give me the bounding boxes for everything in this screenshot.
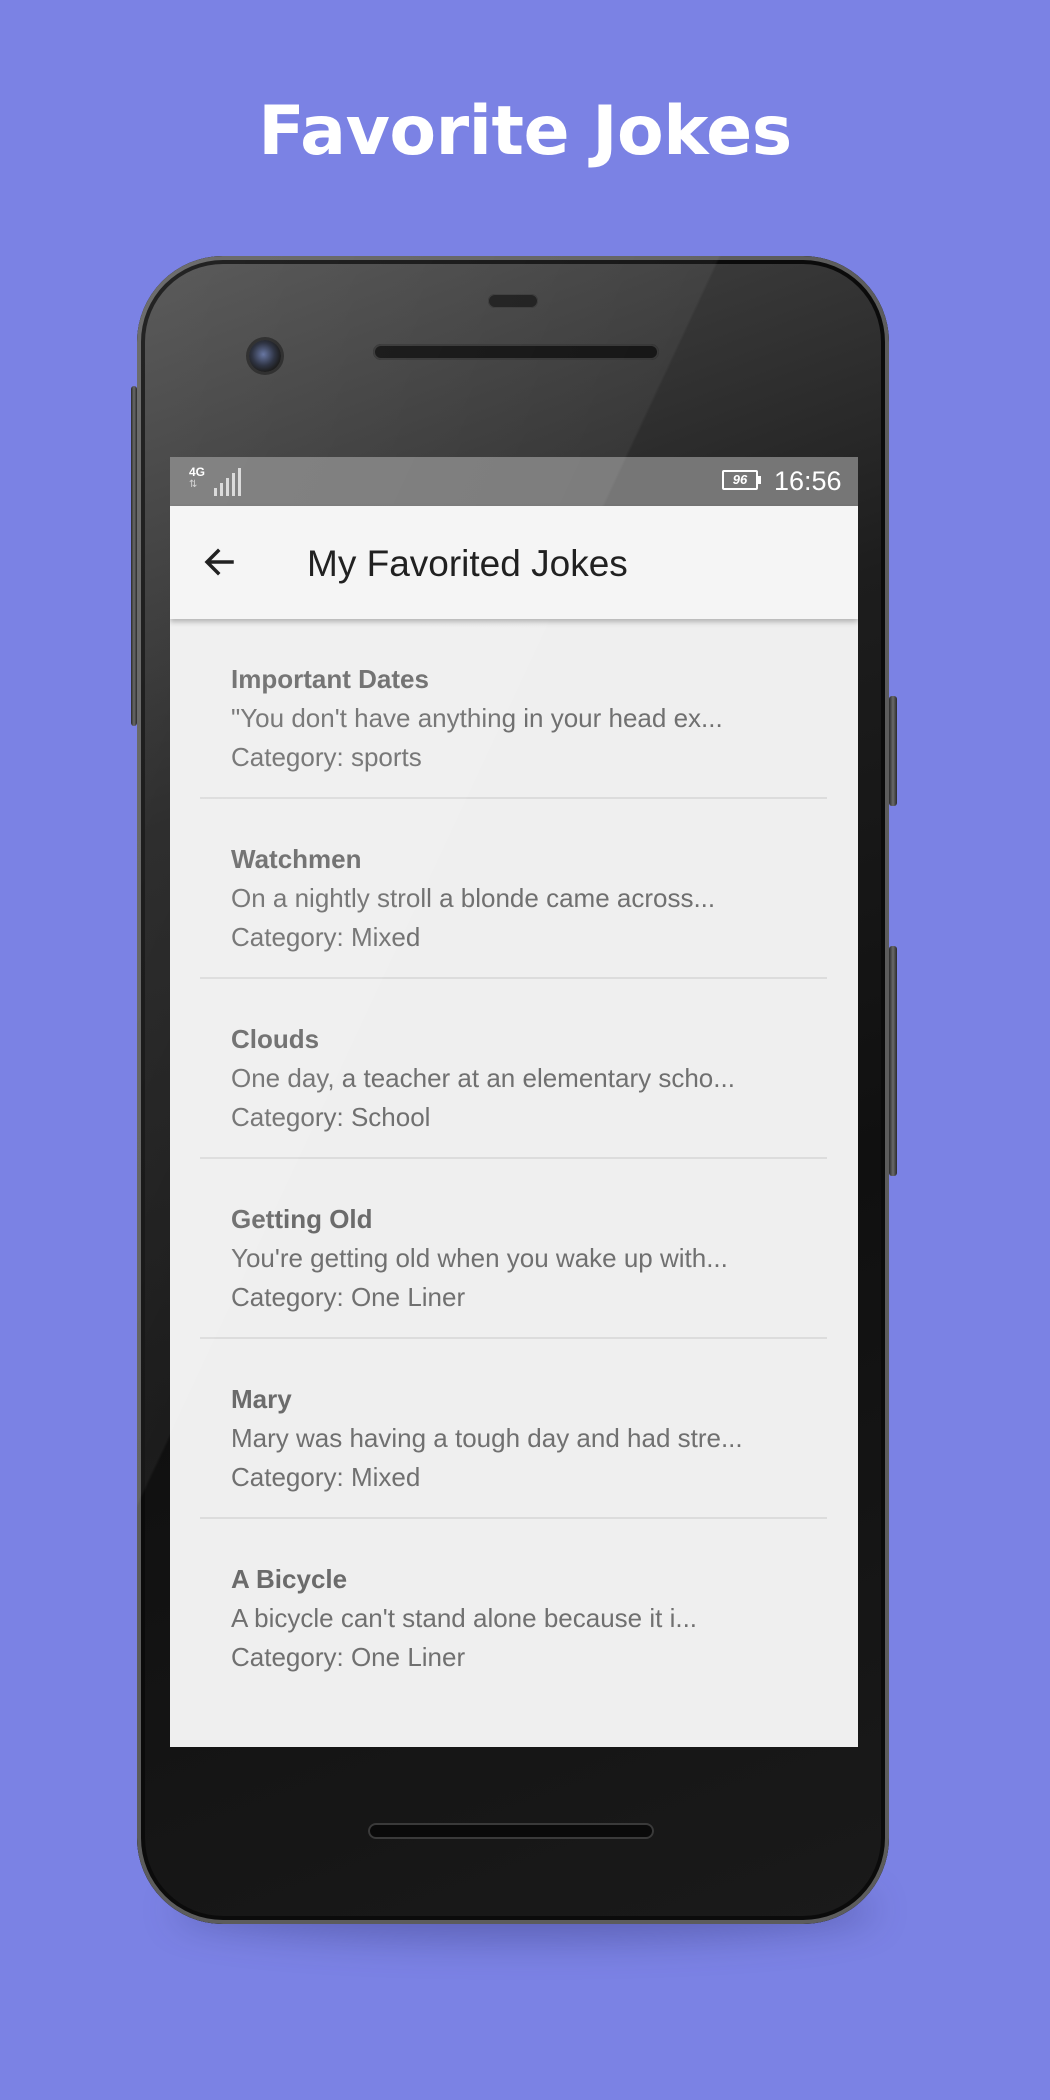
promo-title: Favorite Jokes — [258, 92, 792, 171]
joke-item[interactable]: Watchmen On a nightly stroll a blonde ca… — [170, 799, 858, 979]
joke-title: Watchmen — [231, 844, 362, 874]
network-type: 4G — [189, 465, 206, 479]
joke-item[interactable]: Getting Old You're getting old when you … — [170, 1159, 858, 1339]
phone-frame: 4G ⇅ 96 16:56 My Favorited Jokes Importa… — [131, 256, 897, 1924]
page-title: My Favorited Jokes — [307, 543, 628, 584]
arrow-back-icon — [204, 548, 234, 576]
joke-title: Clouds — [231, 1024, 320, 1054]
bottom-speaker — [368, 1823, 654, 1839]
joke-title: Important Dates — [231, 664, 429, 694]
back-button[interactable] — [192, 534, 248, 590]
power-button — [889, 696, 897, 806]
joke-preview: You're getting old when you wake up with… — [231, 1243, 728, 1273]
joke-title: Mary — [231, 1384, 292, 1414]
joke-category: Category: Mixed — [231, 922, 421, 952]
battery-icon: 96 — [722, 470, 758, 490]
front-camera — [249, 340, 281, 372]
joke-category: Category: School — [231, 1102, 431, 1132]
left-edge-button — [131, 386, 137, 726]
data-activity-icon: ⇅ — [189, 479, 198, 490]
status-bar: 4G ⇅ 96 16:56 — [170, 457, 858, 506]
joke-item[interactable]: Clouds One day, a teacher at an elementa… — [170, 979, 858, 1159]
joke-preview: "You don't have anything in your head ex… — [231, 703, 723, 733]
joke-list: Important Dates "You don't have anything… — [170, 619, 858, 1699]
proximity-sensor — [488, 294, 538, 308]
joke-title: A Bicycle — [231, 1564, 348, 1594]
joke-item[interactable]: Important Dates "You don't have anything… — [170, 619, 858, 799]
battery-tip — [758, 476, 761, 484]
joke-preview: On a nightly stroll a blonde came across… — [231, 883, 716, 913]
signal-strength-icon — [214, 468, 242, 496]
joke-category: Category: sports — [231, 742, 422, 772]
joke-preview: Mary was having a tough day and had stre… — [231, 1423, 743, 1453]
app-bar: My Favorited Jokes — [170, 506, 858, 619]
joke-title: Getting Old — [231, 1204, 373, 1234]
joke-category: Category: Mixed — [231, 1462, 421, 1492]
joke-category: Category: One Liner — [231, 1282, 466, 1312]
volume-button — [889, 946, 897, 1176]
phone-screen: 4G ⇅ 96 16:56 My Favorited Jokes Importa… — [170, 457, 858, 1747]
status-clock: 16:56 — [774, 466, 842, 496]
joke-item[interactable]: Mary Mary was having a tough day and had… — [170, 1339, 858, 1519]
joke-item[interactable]: A Bicycle A bicycle can't stand alone be… — [170, 1519, 858, 1699]
earpiece-speaker — [373, 344, 659, 360]
joke-category: Category: One Liner — [231, 1642, 466, 1672]
joke-preview: One day, a teacher at an elementary scho… — [231, 1063, 735, 1093]
joke-preview: A bicycle can't stand alone because it i… — [231, 1603, 698, 1633]
